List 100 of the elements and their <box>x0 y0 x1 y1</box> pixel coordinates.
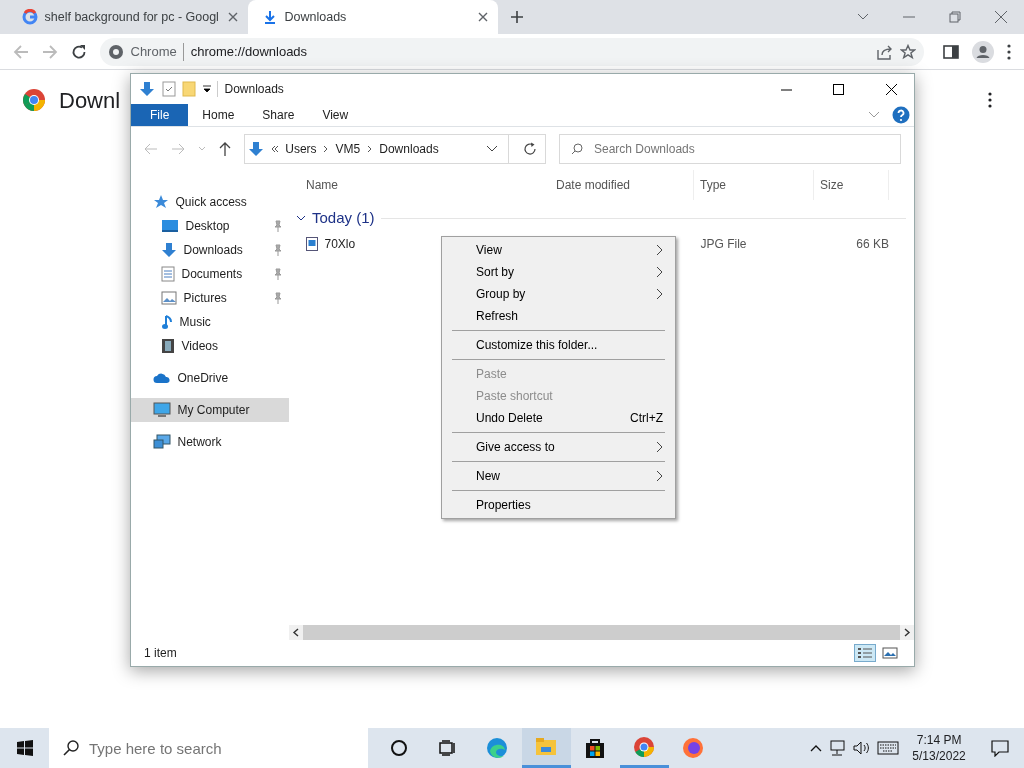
maximize-icon[interactable] <box>832 82 845 96</box>
browser-tab[interactable]: Downloads <box>248 0 498 34</box>
nav-item[interactable]: Music <box>131 309 289 334</box>
breadcrumb-item[interactable]: Users <box>285 139 317 158</box>
close-icon[interactable] <box>884 82 898 96</box>
dropdown-caret-icon[interactable] <box>202 85 211 93</box>
search-icon <box>571 142 583 155</box>
chevron-down-icon[interactable] <box>485 144 498 153</box>
window-title: Downloads <box>224 81 285 98</box>
breadcrumb-item[interactable]: Downloads <box>379 139 439 158</box>
download-icon <box>161 241 177 258</box>
large-icons-view-button[interactable] <box>879 644 901 662</box>
address-bar[interactable]: Users VM5 Downloads <box>244 133 546 164</box>
windows-logo-icon[interactable] <box>16 740 33 756</box>
speaker-icon[interactable] <box>852 740 871 756</box>
desktop-icon <box>161 217 179 234</box>
pin-icon[interactable] <box>273 219 283 232</box>
nav-item[interactable]: Pictures <box>131 285 289 310</box>
computer-icon <box>153 401 171 418</box>
column-header[interactable]: Type <box>694 170 814 200</box>
refresh-icon[interactable] <box>523 141 537 156</box>
chevron-right-icon <box>323 144 330 153</box>
address-bar[interactable]: Chrome chrome://downloads <box>100 37 924 66</box>
search-field[interactable]: Search Downloads <box>559 133 901 164</box>
clock-date: 5/13/2022 <box>912 748 966 765</box>
chevron-up-icon[interactable] <box>809 744 822 752</box>
column-header[interactable]: Size <box>814 170 889 200</box>
menu-item[interactable]: Customize this folder... <box>442 333 675 356</box>
horizontal-scrollbar[interactable] <box>289 625 914 640</box>
plus-icon[interactable] <box>510 10 524 24</box>
nav-item[interactable]: Videos <box>131 333 289 358</box>
menu-item[interactable]: Give access to <box>442 435 675 458</box>
menu-item[interactable]: Properties <box>442 493 675 516</box>
pin-icon[interactable] <box>273 267 283 280</box>
breadcrumb-item[interactable]: VM5 <box>335 139 361 158</box>
nav-item[interactable]: Desktop <box>131 213 289 238</box>
nav-item[interactable]: Network <box>131 429 289 454</box>
details-view-button[interactable] <box>853 644 876 662</box>
menu-item[interactable]: View <box>442 238 675 261</box>
download-icon <box>139 81 155 97</box>
nav-item[interactable]: Quick access <box>131 189 289 214</box>
menu-item[interactable]: New <box>442 464 675 487</box>
status-text: 1 item <box>144 645 178 662</box>
nav-item[interactable]: Downloads <box>131 237 289 262</box>
chrome-logo-icon[interactable] <box>633 735 655 758</box>
pin-icon[interactable] <box>273 291 283 304</box>
column-header[interactable]: Name <box>289 170 550 200</box>
search-icon <box>63 740 79 756</box>
circle-icon[interactable] <box>390 739 408 757</box>
menu-item[interactable]: Refresh <box>442 304 675 327</box>
document-icon <box>161 265 175 282</box>
list-icon <box>856 647 873 659</box>
side-panel-icon[interactable] <box>943 43 959 60</box>
shopping-bag-icon[interactable] <box>584 737 606 759</box>
profile-avatar-icon[interactable] <box>972 40 994 63</box>
menu-item[interactable]: Undo Delete Ctrl+Z <box>442 406 675 429</box>
help-icon[interactable] <box>892 106 910 124</box>
image-file-icon <box>306 236 318 251</box>
picture-icon <box>882 647 898 659</box>
group-header: Today (1) <box>312 208 375 229</box>
chrome-logo-icon <box>22 88 46 112</box>
notification-icon[interactable] <box>990 739 1009 757</box>
column-header[interactable]: Date modified <box>550 170 694 200</box>
star-icon <box>153 193 169 210</box>
chevron-down-icon[interactable] <box>295 214 306 223</box>
chevron-right-icon <box>366 144 373 153</box>
task-view-icon[interactable] <box>439 740 457 756</box>
menu-item[interactable]: Sort by <box>442 260 675 283</box>
nav-item[interactable]: OneDrive <box>131 365 289 390</box>
picture-icon <box>161 290 177 305</box>
pin-icon[interactable] <box>273 243 283 256</box>
download-icon <box>262 9 278 25</box>
up-arrow-icon[interactable] <box>219 141 231 156</box>
star-outline-icon[interactable] <box>900 43 916 60</box>
edge-browser-icon[interactable] <box>486 737 508 759</box>
share-icon[interactable] <box>875 43 894 60</box>
file-type: JPG File <box>700 236 747 251</box>
menu-icon[interactable] <box>1007 43 1011 60</box>
film-icon <box>161 337 175 354</box>
close-icon[interactable] <box>478 12 488 22</box>
nav-item[interactable]: Documents <box>131 261 289 286</box>
checkbox-doc-icon[interactable] <box>161 81 176 97</box>
ribbon-tab[interactable]: Share <box>248 104 309 126</box>
ribbon-tab[interactable]: Home <box>188 104 249 126</box>
clock[interactable]: 7:14 PM 5/13/2022 <box>905 731 973 765</box>
ribbon-tab[interactable]: View <box>308 104 363 126</box>
double-chevron-icon <box>270 144 279 153</box>
restore-icon[interactable] <box>948 10 962 24</box>
nav-item[interactable]: My Computer <box>131 397 289 422</box>
reload-icon[interactable] <box>71 43 87 60</box>
cloud-icon <box>153 371 171 384</box>
menu-icon[interactable] <box>988 92 992 108</box>
ribbon-tab[interactable]: File <box>131 104 189 126</box>
file-name[interactable]: 70Xlo <box>324 234 356 253</box>
menu-item[interactable]: Group by <box>442 282 675 305</box>
firefox-logo-icon[interactable] <box>682 737 704 759</box>
browser-tab[interactable]: shelf background for pc - Googl <box>8 0 248 34</box>
clock-time: 7:14 PM <box>916 731 962 748</box>
keyboard-icon[interactable] <box>877 741 900 755</box>
search-field[interactable]: Type here to search <box>49 728 368 768</box>
